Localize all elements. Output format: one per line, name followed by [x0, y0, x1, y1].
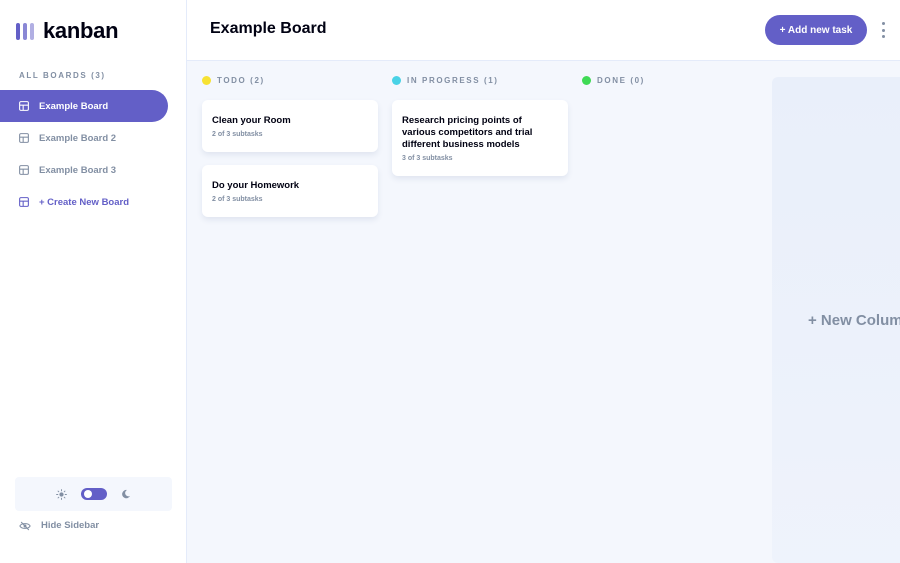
sidebar-board-label: Example Board 3: [39, 164, 117, 176]
theme-switch-knob: [84, 490, 92, 498]
theme-toggle: [15, 477, 172, 511]
task-title: Clean your Room: [212, 115, 291, 126]
boards-heading: ALL BOARDS (3): [19, 71, 106, 80]
task-subtasks: 3 of 3 subtasks: [402, 155, 453, 162]
create-new-board-label: + Create New Board: [39, 196, 130, 208]
page-title: Example Board: [210, 20, 327, 37]
board-icon: [19, 165, 29, 175]
column-header: TODO (2): [202, 73, 378, 87]
add-new-task-button[interactable]: + Add new task: [765, 15, 867, 45]
task-title: Research pricing points of various compe…: [402, 115, 533, 150]
status-dot-icon: [202, 75, 211, 85]
sidebar-board-example-board-3[interactable]: Example Board 3: [0, 154, 168, 186]
sidebar-board-label: Example Board: [39, 100, 109, 112]
column-title: TODO (2): [217, 75, 265, 85]
more-options-icon[interactable]: [879, 22, 887, 38]
sun-icon: [56, 488, 67, 500]
task-card[interactable]: Clean your Room 2 of 3 subtasks: [202, 100, 378, 152]
column-todo: TODO (2) Clean your Room 2 of 3 subtasks…: [202, 73, 378, 217]
column-done: DONE (0): [582, 73, 758, 87]
task-subtasks: 2 of 3 subtasks: [212, 196, 263, 203]
column-title: IN PROGRESS (1): [407, 75, 499, 85]
create-new-board-button[interactable]: + Create New Board: [0, 186, 168, 218]
status-dot-icon: [582, 75, 591, 85]
sidebar: kanban ALL BOARDS (3) Example Board Exam…: [0, 0, 187, 563]
sidebar-board-example-board[interactable]: Example Board: [0, 90, 168, 122]
eye-slash-icon: [19, 521, 31, 530]
board-icon: [19, 197, 29, 207]
column-title: DONE (0): [597, 75, 645, 85]
hide-sidebar-button[interactable]: Hide Sidebar: [19, 520, 99, 531]
moon-icon: [122, 489, 130, 499]
logo-icon: [16, 22, 34, 40]
task-title: Do your Homework: [212, 180, 300, 191]
column-header: IN PROGRESS (1): [392, 73, 568, 87]
board-header: Example Board + Add new task: [187, 0, 900, 61]
column-in-progress: IN PROGRESS (1) Research pricing points …: [392, 73, 568, 176]
board-list: Example Board Example Board 2 Example Bo…: [0, 90, 168, 218]
board-icon: [19, 133, 29, 143]
task-subtasks: 2 of 3 subtasks: [212, 131, 263, 138]
theme-switch[interactable]: [81, 488, 107, 500]
logo-text: kanban: [43, 18, 119, 43]
status-dot-icon: [392, 75, 401, 85]
hide-sidebar-label: Hide Sidebar: [41, 520, 100, 531]
sidebar-board-label: Example Board 2: [39, 132, 117, 144]
sidebar-board-example-board-2[interactable]: Example Board 2: [0, 122, 168, 154]
app-logo: kanban: [16, 18, 119, 44]
new-column-button[interactable]: + New Column: [772, 77, 900, 563]
column-header: DONE (0): [582, 73, 758, 87]
task-card[interactable]: Do your Homework 2 of 3 subtasks: [202, 165, 378, 217]
board-icon: [19, 101, 29, 111]
task-card[interactable]: Research pricing points of various compe…: [392, 100, 568, 176]
